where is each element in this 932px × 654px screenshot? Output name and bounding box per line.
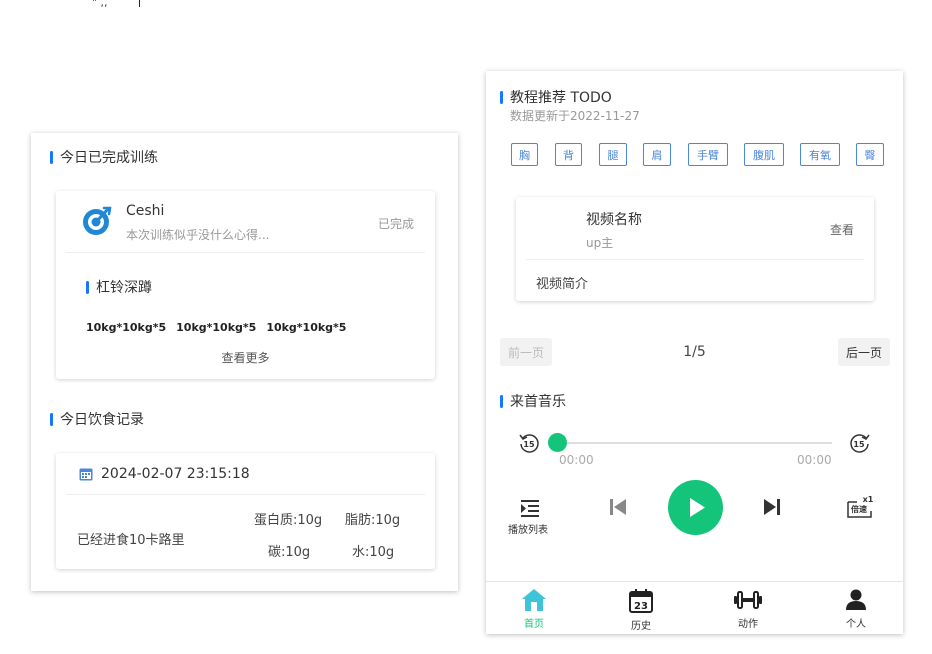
protein-value: 蛋白质:10g xyxy=(254,513,323,528)
music-section-title: 来首音乐 xyxy=(500,391,566,411)
person-icon xyxy=(846,589,866,610)
playback-speed-button[interactable]: x1 倍速 xyxy=(845,494,875,520)
tag-shoulders[interactable]: 肩 xyxy=(643,143,671,166)
diet-date-row: 2024-02-07 23:15:18 xyxy=(79,466,250,482)
progress-knob[interactable] xyxy=(548,433,567,452)
set-list: 10kg*10kg*5 10kg*10kg*5 10kg*10kg*5 xyxy=(86,321,346,334)
music-title-text: 来首音乐 xyxy=(510,394,566,410)
playlist-label: 播放列表 xyxy=(508,525,548,536)
speed-icon: x1 倍速 xyxy=(847,495,874,518)
tag-legs[interactable]: 腿 xyxy=(599,143,627,166)
top-artifact-text: " ,, xyxy=(92,0,108,9)
bottom-tab-bar: 首页 23 历史 动作 个人 xyxy=(486,581,903,634)
tag-arms[interactable]: 手臂 xyxy=(688,143,728,166)
play-button[interactable] xyxy=(668,480,723,535)
tab-home-label: 首页 xyxy=(524,619,544,630)
status-label: 已完成 xyxy=(377,217,414,231)
rewind-seconds: 15 xyxy=(523,440,535,449)
play-icon xyxy=(690,498,705,517)
view-video-link[interactable]: 查看 xyxy=(830,221,854,238)
calendar-day: 23 xyxy=(634,601,648,612)
card-divider xyxy=(526,259,864,260)
title-accent-bar xyxy=(86,280,89,294)
tab-profile-label: 个人 xyxy=(846,619,866,630)
update-date: 数据更新于2022-11-27 xyxy=(510,109,640,123)
diet-datetime: 2024-02-07 23:15:18 xyxy=(101,466,250,482)
diet-card[interactable]: 2024-02-07 23:15:18 已经进食10卡路里 蛋白质:10g 脂肪… xyxy=(56,453,435,569)
training-title-text: 今日已完成训练 xyxy=(60,150,158,166)
training-section-title: 今日已完成训练 xyxy=(50,147,158,167)
calorie-summary: 已经进食10卡路里 xyxy=(77,533,185,548)
fat-value: 脂肪:10g xyxy=(345,513,401,528)
previous-track-icon[interactable] xyxy=(609,498,627,516)
forward-15-icon[interactable]: 15 xyxy=(849,432,871,454)
tag-chest[interactable]: 胸 xyxy=(511,143,538,166)
current-time: 00:00 xyxy=(559,453,594,467)
playlist-icon[interactable] xyxy=(520,498,540,518)
tab-history-label: 历史 xyxy=(631,621,651,632)
next-page-button[interactable]: 后一页 xyxy=(838,338,890,366)
tab-profile[interactable]: 个人 xyxy=(826,588,886,630)
card-divider xyxy=(66,494,425,495)
calendar-icon xyxy=(79,468,93,481)
tag-back[interactable]: 背 xyxy=(555,143,582,166)
progress-track[interactable] xyxy=(558,442,832,444)
title-accent-bar xyxy=(500,394,503,408)
trainer-name: Ceshi xyxy=(126,203,165,219)
home-icon xyxy=(522,589,546,611)
title-accent-bar xyxy=(50,150,53,164)
speed-label: 倍速 xyxy=(850,504,867,514)
video-card[interactable]: 视频名称 up主 查看 视频简介 xyxy=(516,197,874,301)
tab-exercises-label: 动作 xyxy=(738,619,758,630)
forward-seconds: 15 xyxy=(853,440,865,449)
recommend-section-title: 教程推荐 TODO xyxy=(500,87,612,107)
tab-exercises[interactable]: 动作 xyxy=(718,588,778,630)
text-cursor xyxy=(139,0,140,7)
exercise-title: 杠铃深蹲 xyxy=(86,277,152,297)
card-divider xyxy=(66,252,425,253)
carbs-value: 碳:10g xyxy=(268,545,311,560)
water-value: 水:10g xyxy=(352,545,395,560)
tag-cardio[interactable]: 有氧 xyxy=(800,143,840,166)
speed-value: x1 xyxy=(863,495,874,504)
tab-history[interactable]: 23 历史 xyxy=(611,588,671,632)
tag-glutes[interactable]: 臀 xyxy=(856,143,884,166)
video-title: 视频名称 xyxy=(586,212,642,228)
tag-abs[interactable]: 腹肌 xyxy=(744,143,784,166)
set-item: 10kg*10kg*5 xyxy=(176,321,257,334)
diet-title-text: 今日饮食记录 xyxy=(60,412,144,428)
title-accent-bar xyxy=(500,90,503,104)
exercise-name: 杠铃深蹲 xyxy=(96,280,152,296)
mobile-home-screen: 教程推荐 TODO 数据更新于2022-11-27 胸 背 腿 肩 手臂 腹肌 … xyxy=(486,71,903,634)
calendar-icon: 23 xyxy=(629,589,653,613)
title-accent-bar xyxy=(50,412,53,426)
set-item: 10kg*10kg*5 xyxy=(86,321,167,334)
training-card[interactable]: Ceshi 本次训练似乎没什么心得... 已完成 杠铃深蹲 10kg*10kg*… xyxy=(56,191,435,379)
next-track-icon[interactable] xyxy=(763,498,781,516)
video-intro: 视频简介 xyxy=(536,277,589,292)
rewind-15-icon[interactable]: 15 xyxy=(518,432,540,454)
set-item: 10kg*10kg*5 xyxy=(266,321,347,334)
target-icon xyxy=(83,206,112,235)
today-summary-panel: 今日已完成训练 Ceshi 本次训练似乎没什么心得... 已完成 杠铃深蹲 10… xyxy=(31,133,458,591)
video-uploader: up主 xyxy=(586,236,614,250)
diet-section-title: 今日饮食记录 xyxy=(50,409,144,429)
tab-home[interactable]: 首页 xyxy=(504,588,564,630)
recommend-title-text: 教程推荐 TODO xyxy=(510,90,612,106)
dumbbell-icon xyxy=(734,591,762,609)
total-time: 00:00 xyxy=(797,453,832,467)
see-more-link[interactable]: 查看更多 xyxy=(56,349,435,366)
training-note: 本次训练似乎没什么心得... xyxy=(126,228,270,242)
